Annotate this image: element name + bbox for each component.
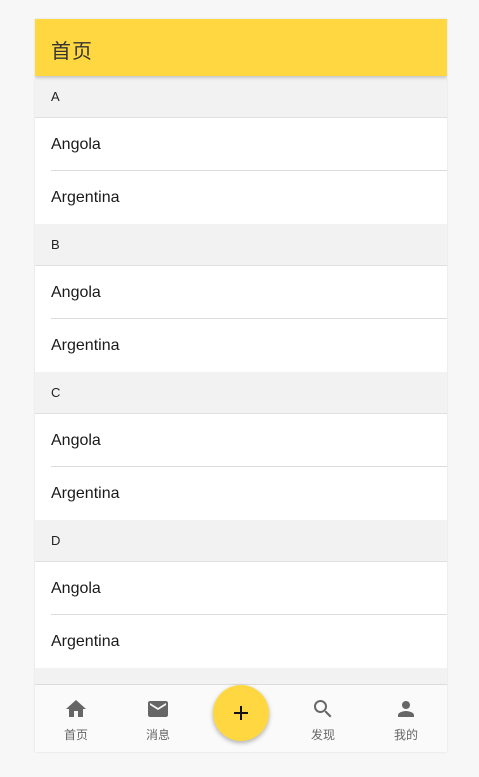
app-bar: 首页 [35, 19, 447, 76]
section-header: C [35, 372, 447, 414]
list-item-label: Angola [51, 136, 101, 153]
list-item-label: Argentina [51, 633, 120, 650]
section-letter: C [51, 385, 61, 400]
list-item-label: Argentina [51, 337, 120, 354]
list-item[interactable]: Angola [35, 118, 447, 171]
nav-label: 首页 [63, 728, 88, 742]
section-header: D [35, 520, 447, 562]
section-header-partial [35, 668, 447, 684]
list-item[interactable]: Argentina [35, 615, 447, 668]
person-icon [398, 701, 414, 717]
section-letter: D [51, 533, 61, 548]
nav-label: 发现 [310, 728, 335, 742]
nav-item-home[interactable]: 首页 [35, 685, 117, 752]
nav-label: 我的 [393, 728, 418, 742]
list-item[interactable]: Angola [35, 266, 447, 319]
add-button[interactable] [213, 685, 269, 741]
search-icon [314, 700, 332, 718]
list-item[interactable]: Angola [35, 562, 447, 615]
nav-item-profile[interactable]: 我的 [365, 685, 447, 752]
nav-item-messages[interactable]: 消息 [117, 685, 199, 752]
list-item-label: Angola [51, 284, 101, 301]
country-list[interactable]: A Angola Argentina B Angola Argentina C … [35, 76, 447, 684]
section-header: A [35, 76, 447, 118]
mail-icon [148, 701, 168, 717]
nav-label: 消息 [145, 728, 170, 742]
home-icon [66, 700, 86, 717]
section-header: B [35, 224, 447, 266]
list-item[interactable]: Angola [35, 414, 447, 467]
page-title: 首页 [51, 39, 93, 63]
plus-icon [234, 706, 248, 720]
list-item-label: Argentina [51, 485, 120, 502]
list-item-label: Angola [51, 580, 101, 597]
list-item[interactable]: Argentina [35, 467, 447, 520]
app-screen: 首页 A Angola Argentina B Angola Argentina… [35, 19, 447, 752]
nav-item-discover[interactable]: 发现 [282, 685, 364, 752]
section-letter: A [51, 89, 60, 104]
list-item-label: Angola [51, 432, 101, 449]
list-item[interactable]: Argentina [35, 319, 447, 372]
list-item-label: Argentina [51, 189, 120, 206]
list-item[interactable]: Argentina [35, 171, 447, 224]
section-letter: B [51, 237, 60, 252]
